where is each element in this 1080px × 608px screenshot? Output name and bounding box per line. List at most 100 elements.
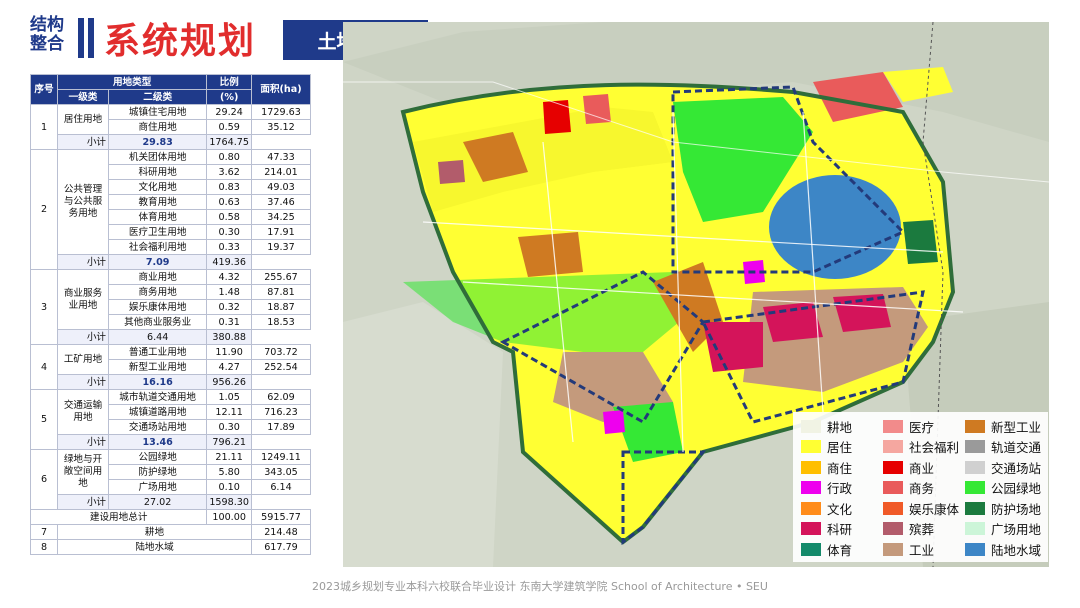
subcategory-cell: 城镇道路用地 — [107, 404, 208, 420]
col-ratio-unit: (%) — [206, 89, 252, 105]
legend-label: 文化 — [827, 501, 853, 517]
area-cell: 380.88 — [206, 329, 252, 345]
ratio-cell: 29.83 — [107, 134, 208, 150]
legend-item: 商务 — [883, 480, 934, 496]
legend-swatch — [883, 460, 903, 474]
ratio-cell: 12.11 — [206, 404, 252, 420]
legend-swatch — [801, 419, 821, 433]
col-ratio: 比例 — [206, 74, 252, 90]
legend-label: 商务 — [909, 481, 935, 496]
area-cell: 34.25 — [251, 209, 311, 225]
col-area: 面积(ha) — [251, 74, 311, 105]
subcategory-cell: 交通场站用地 — [107, 419, 208, 435]
col-no: 序号 — [30, 74, 58, 105]
legend-label: 交通场站 — [991, 460, 1042, 476]
table-body: 1 居住用地 城镇住宅用地 29.24 1729.63 商住用地 0.59 35.12 小计 29… — [29, 104, 311, 555]
category-cell: 耕地 — [57, 524, 252, 540]
subcategory-cell: 体育用地 — [107, 209, 208, 225]
ratio-cell: 0.32 — [206, 299, 252, 315]
map-legend: 耕地 医疗 新型工业 居住 社会福利 轨道交通 商住 商业 交通场站 行政 商务 公园绿地 文化 娱乐康体… — [793, 412, 1048, 562]
table-row: 2 公共管理与公共服务用地 机关团体用地 0.80 47.33 — [30, 149, 311, 270]
area-cell: 87.81 — [251, 284, 311, 300]
table-row: 8 陆地水域 617.79 — [30, 539, 311, 555]
col-land-type: 用地类型 — [56, 74, 208, 90]
legend-item: 娱乐康体 — [883, 500, 960, 517]
ratio-cell: 5.80 — [206, 464, 252, 480]
legend-label: 耕地 — [827, 419, 853, 435]
area-cell: 62.09 — [251, 389, 311, 405]
area-cell: 956.26 — [206, 374, 252, 390]
legend-swatch — [883, 522, 903, 535]
subcategory-cell: 普通工业用地 — [107, 344, 208, 360]
area-cell: 703.72 — [251, 344, 311, 360]
ratio-cell: 0.10 — [206, 479, 252, 495]
table-row: 1 居住用地 城镇住宅用地 29.24 1729.63 — [30, 104, 311, 150]
legend-item: 新型工业 — [965, 418, 1042, 435]
legend-label: 工业 — [909, 542, 935, 558]
ratio-cell: 1.05 — [206, 389, 252, 405]
row-number: 4 — [30, 344, 58, 390]
subcategory-cell: 公园绿地 — [107, 449, 208, 465]
total-label: 建设用地总计 — [29, 509, 208, 525]
legend-label: 商业 — [909, 460, 935, 476]
ratio-cell: 0.31 — [206, 314, 252, 330]
area-cell: 716.23 — [251, 404, 311, 420]
subcategory-cell: 小计 — [57, 434, 109, 450]
area-cell: 37.46 — [251, 194, 311, 210]
ratio-cell: 0.33 — [206, 239, 252, 255]
ratio-cell: 0.63 — [206, 194, 252, 210]
ratio-cell: 3.62 — [206, 164, 252, 180]
area-cell: 1598.30 — [206, 494, 252, 510]
area-cell: 17.91 — [251, 224, 311, 240]
legend-swatch — [883, 481, 903, 494]
legend-item: 文化 — [801, 500, 853, 517]
legend-label: 新型工业 — [991, 419, 1042, 435]
legend-item: 殡葬 — [883, 521, 934, 537]
legend-swatch — [965, 419, 985, 433]
row-number: 2 — [30, 149, 58, 270]
legend-swatch — [801, 460, 821, 474]
area-cell: 214.48 — [251, 524, 311, 540]
category-cell: 居住用地 — [57, 104, 109, 135]
legend-item: 工业 — [883, 541, 935, 558]
table-row: 5 交通运输用地 城市轨道交通用地 1.05 62.09 — [30, 389, 311, 450]
subcategory-cell: 新型工业用地 — [107, 359, 208, 375]
legend-label: 商住 — [827, 460, 853, 476]
subcategory-cell: 小计 — [57, 329, 109, 345]
table-subtotal-row: 小计 29.83 1764.75 — [31, 134, 311, 150]
area-cell: 1764.75 — [206, 134, 252, 150]
table-subtotal-row: 小计 13.46 796.21 — [31, 434, 311, 450]
legend-swatch — [965, 481, 985, 494]
area-cell: 18.53 — [251, 314, 311, 330]
table-subtotal-row: 小计 6.44 380.88 — [31, 329, 311, 345]
section-tag-line1: 结构 — [30, 15, 64, 35]
area-cell: 343.05 — [251, 464, 311, 480]
category-cell: 绿地与开敞空间用地 — [57, 449, 109, 495]
category-cell: 陆地水域 — [57, 539, 252, 555]
subcategory-cell: 医疗卫生用地 — [107, 224, 208, 240]
ratio-cell: 13.46 — [107, 434, 208, 450]
legend-swatch — [883, 440, 903, 453]
legend-item: 商住 — [801, 459, 853, 476]
ratio-cell: 11.90 — [206, 344, 252, 360]
area-cell: 214.01 — [251, 164, 311, 180]
section-tag: 结构 整合 — [30, 16, 72, 54]
col-level2: 二级类 — [107, 89, 208, 105]
ratio-cell: 29.24 — [206, 104, 252, 120]
legend-item: 耕地 — [801, 418, 853, 435]
category-cell: 公共管理与公共服务用地 — [57, 149, 109, 255]
subcategory-cell: 城市轨道交通用地 — [107, 389, 208, 405]
category-cell: 工矿用地 — [57, 344, 109, 375]
table-row: 3 商业服务业用地 商业用地 4.32 255.67 — [30, 269, 311, 345]
subcategory-cell: 其他商业服务业 — [107, 314, 208, 330]
table-subtotal-row: 小计 16.16 956.26 — [31, 374, 311, 390]
legend-label: 殡葬 — [909, 522, 935, 537]
total-ratio: 100.00 — [206, 509, 252, 525]
subcategory-cell: 文化用地 — [107, 179, 208, 195]
table-row: 4 工矿用地 普通工业用地 11.90 703.72 — [30, 344, 311, 390]
row-number: 6 — [30, 449, 58, 510]
legend-label: 娱乐康体 — [909, 501, 960, 517]
subcategory-cell: 城镇住宅用地 — [107, 104, 208, 120]
legend-item: 陆地水域 — [965, 541, 1041, 558]
ratio-cell: 0.58 — [206, 209, 252, 225]
